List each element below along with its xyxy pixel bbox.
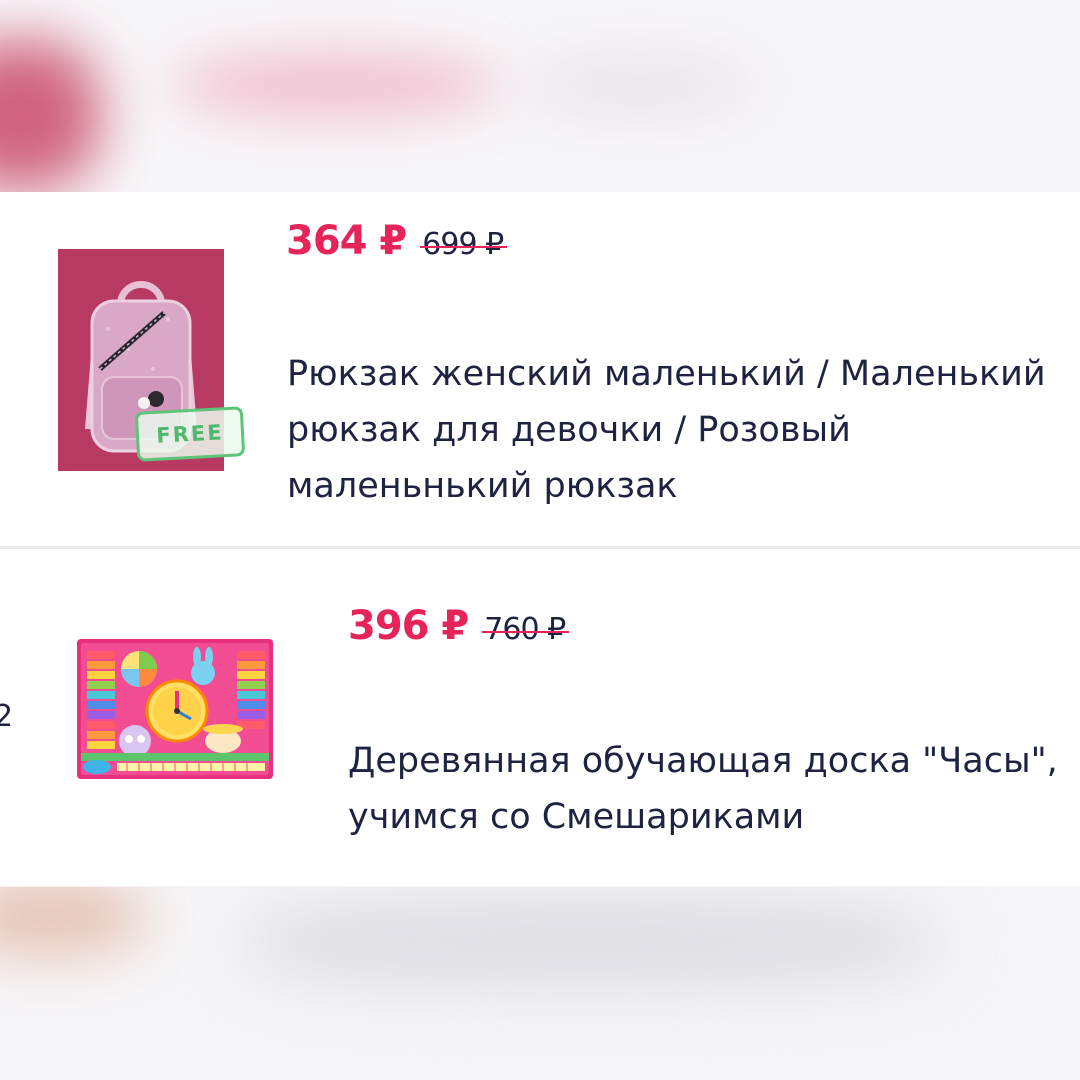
current-price: 396 ₽	[348, 603, 469, 649]
product-card-clock-board[interactable]: 2 396 ₽ 760 ₽ Деревянная обучающая доска…	[0, 549, 1080, 886]
product-title-line: рюкзак для девочки / Розовый	[287, 410, 851, 450]
price-row: 396 ₽ 760 ₽	[348, 603, 570, 649]
wooden-clock-board-image	[77, 639, 273, 779]
product-title-line: Рюкзак женский маленький / Маленький	[287, 354, 1046, 394]
product-card-backpack[interactable]: FREE 364 ₽ 699 ₽ Рюкзак женский маленьки…	[0, 192, 1080, 547]
product-title[interactable]: Деревянная обучающая доска "Часы", учимс…	[348, 733, 1058, 845]
price-row: 364 ₽ 699 ₽	[286, 218, 508, 264]
product-title-line: учимся со Смешариками	[348, 797, 805, 837]
product-title-line: маленьнький рюкзак	[287, 466, 678, 506]
old-price: 699 ₽	[420, 227, 508, 262]
side-mark: 2	[0, 699, 14, 734]
product-title-line: Деревянная обучающая доска "Часы",	[348, 741, 1058, 781]
product-title[interactable]: Рюкзак женский маленький / Маленький рюк…	[287, 346, 1046, 514]
screenshot-stage: FREE 364 ₽ 699 ₽ Рюкзак женский маленьки…	[0, 0, 1080, 1080]
blurred-top-area	[0, 0, 1080, 192]
current-price: 364 ₽	[286, 218, 407, 264]
blurred-bottom-area	[0, 887, 1080, 1080]
product-image-clock-board[interactable]	[77, 639, 273, 779]
old-price: 760 ₽	[482, 612, 570, 647]
free-badge: FREE	[134, 406, 246, 462]
